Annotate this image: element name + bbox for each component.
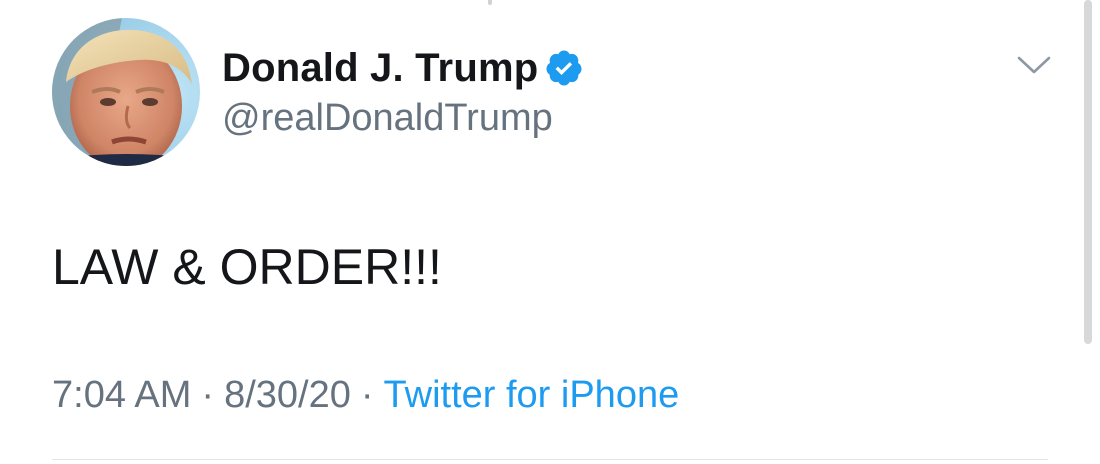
meta-separator: · [201,374,215,416]
tweet-text: LAW & ORDER!!! [52,239,442,295]
tweet-time[interactable]: 7:04 AM [52,374,191,416]
avatar[interactable] [52,18,200,166]
author-handle[interactable]: @realDonaldTrump [222,97,553,140]
verified-badge-icon [544,48,584,88]
author-name-row[interactable]: Donald J. Trump [222,40,584,96]
tweet-source-link[interactable]: Twitter for iPhone [384,374,680,416]
previous-tweet-connector [488,0,492,5]
tweet-metadata: 7:04 AM · 8/30/20 · Twitter for iPhone [52,374,679,417]
scrollbar[interactable] [1084,0,1092,344]
author-display-name[interactable]: Donald J. Trump [222,46,538,91]
tweet-date[interactable]: 8/30/20 [224,374,351,416]
avatar-image [52,18,200,166]
tweet: Donald J. Trump @realDonaldTrump LAW & O… [0,0,1100,464]
chevron-down-icon[interactable] [1016,54,1052,76]
divider [52,459,1048,460]
meta-separator: · [360,374,374,416]
